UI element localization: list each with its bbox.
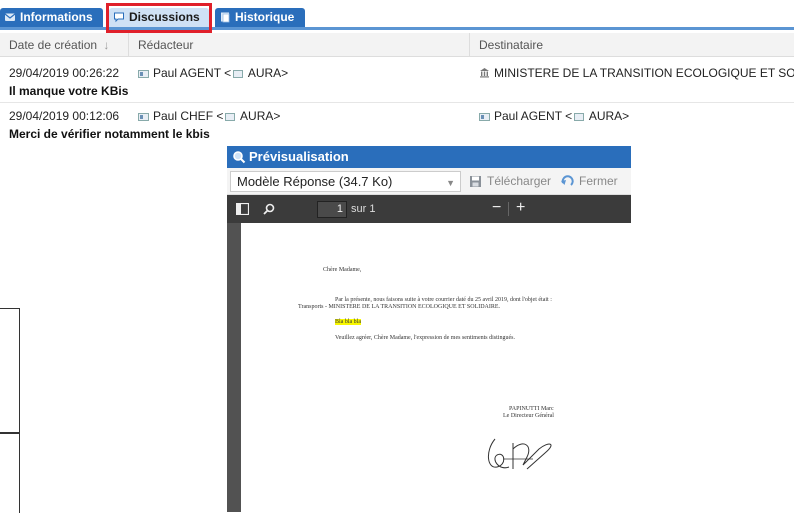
close-button[interactable]: Fermer xyxy=(559,171,618,192)
column-header-label: Date de création xyxy=(9,38,98,52)
save-icon xyxy=(470,176,481,187)
toolbar-divider xyxy=(508,202,509,216)
building-icon xyxy=(480,68,489,78)
signer-name: PAPINUTTI Marc xyxy=(509,406,554,412)
close-label: Fermer xyxy=(579,174,618,188)
message-date: 29/04/2019 00:26:22 xyxy=(9,66,120,80)
column-header-label: Rédacteur xyxy=(138,38,194,52)
message-subject: Merci de vérifier notamment le kbis xyxy=(9,127,210,141)
page-number-input[interactable]: 1 xyxy=(317,201,347,218)
pdf-page: Chère Madame, Par la présente, nous fais… xyxy=(241,223,631,512)
pdf-viewer[interactable]: Chère Madame, Par la présente, nous fais… xyxy=(227,223,631,512)
dialog-toolbar: Modèle Réponse (34.7 Ko) ▼ Télécharger F… xyxy=(227,168,631,195)
search-icon[interactable] xyxy=(263,203,275,215)
zoom-in-button[interactable]: + xyxy=(516,199,525,217)
column-header-recipient[interactable]: Destinataire xyxy=(470,33,794,57)
letter-salutation: Chère Madame, xyxy=(323,267,362,273)
row-divider xyxy=(0,102,794,103)
dialog-titlebar[interactable]: Prévisualisation xyxy=(227,146,631,168)
dialog-title: Prévisualisation xyxy=(249,149,349,164)
message-author: Paul AGENT < AURA> xyxy=(129,64,470,82)
letter-line: Par la présente, nous faisons suite à vo… xyxy=(335,297,552,303)
tab-label: Historique xyxy=(235,10,295,24)
contact-card-icon xyxy=(225,113,236,121)
dropdown-arrow-icon: ▼ xyxy=(446,178,455,188)
file-select-value: Modèle Réponse (34.7 Ko) xyxy=(237,174,393,189)
file-select[interactable]: Modèle Réponse (34.7 Ko) ▼ xyxy=(230,171,461,192)
contact-card-icon xyxy=(574,113,585,121)
tab-label: Informations xyxy=(20,10,93,24)
tab-historique[interactable]: Historique xyxy=(215,8,305,27)
zoom-out-button[interactable]: − xyxy=(492,199,501,217)
preview-dialog: Prévisualisation Modèle Réponse (34.7 Ko… xyxy=(227,146,631,512)
history-icon xyxy=(221,12,230,23)
message-recipient: Paul AGENT < AURA> xyxy=(470,107,794,125)
background-panel-edge xyxy=(0,433,20,513)
message-subject: Il manque votre KBis xyxy=(9,84,129,98)
message-author: Paul CHEF < AURA> xyxy=(129,107,470,125)
envelope-icon xyxy=(4,13,16,21)
column-header-label: Destinataire xyxy=(479,38,544,52)
contact-card-icon xyxy=(138,113,149,121)
letter-highlight: Bla bla bla xyxy=(335,319,361,325)
sidebar-toggle-icon[interactable] xyxy=(236,203,249,215)
contact-card-icon xyxy=(233,70,244,78)
signature-image xyxy=(488,438,552,470)
message-date: 29/04/2019 00:12:06 xyxy=(9,109,120,123)
page-total: sur 1 xyxy=(351,203,376,215)
background-panel-edge xyxy=(0,308,20,433)
pdf-toolbar: 1 sur 1 − + xyxy=(227,195,631,223)
magnifier-icon xyxy=(233,151,246,164)
message-recipient: MINISTERE DE LA TRANSITION ECOLOGIQUE ET… xyxy=(470,64,794,82)
letter-line: Transports - MINISTERE DE LA TRANSITION … xyxy=(298,304,501,310)
undo-arrow-icon xyxy=(561,175,574,186)
active-tab-highlight xyxy=(106,3,212,33)
contact-card-icon xyxy=(479,113,490,121)
table-row[interactable]: 29/04/2019 00:26:22 Paul AGENT < AURA> M… xyxy=(0,64,794,82)
contact-card-icon xyxy=(138,70,149,78)
table-row[interactable]: 29/04/2019 00:12:06 Paul CHEF < AURA> Pa… xyxy=(0,107,794,125)
sort-down-icon: ↓ xyxy=(103,38,110,52)
signer-title: Le Directeur Général xyxy=(503,413,554,419)
letter-closing: Veuillez agréer, Chère Madame, l'express… xyxy=(335,335,515,341)
column-header-author[interactable]: Rédacteur xyxy=(129,33,470,57)
download-button[interactable]: Télécharger xyxy=(467,171,551,192)
table-header: Date de création ↓ Rédacteur Destinatair… xyxy=(0,33,794,57)
tab-informations[interactable]: Informations xyxy=(0,8,103,27)
column-header-date[interactable]: Date de création ↓ xyxy=(0,33,129,57)
download-label: Télécharger xyxy=(487,174,552,188)
